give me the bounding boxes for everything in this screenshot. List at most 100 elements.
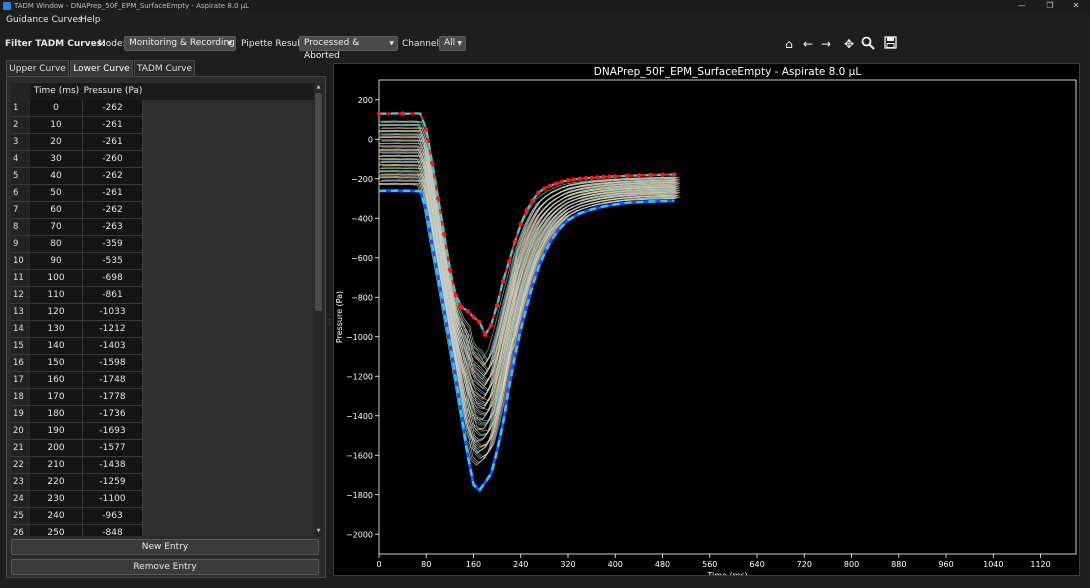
time-cell[interactable]: 200 (30, 440, 83, 457)
time-cell[interactable]: 60 (30, 202, 83, 219)
table-row[interactable]: 13 120 -1033 (11, 304, 311, 321)
pressure-cell[interactable]: -260 (83, 151, 143, 168)
pressure-cell[interactable]: -261 (83, 185, 143, 202)
time-cell[interactable]: 130 (30, 321, 83, 338)
pressure-cell[interactable]: -1212 (83, 321, 143, 338)
time-cell[interactable]: 20 (30, 134, 83, 151)
time-cell[interactable]: 180 (30, 406, 83, 423)
save-icon[interactable] (882, 36, 898, 52)
tab-lower-curve[interactable]: Lower Curve (70, 60, 133, 77)
pressure-cell[interactable]: -1100 (83, 491, 143, 508)
pressure-cell[interactable]: -1693 (83, 423, 143, 440)
table-row[interactable]: 19 180 -1736 (11, 406, 311, 423)
table-row[interactable]: 25 240 -963 (11, 508, 311, 525)
time-cell[interactable]: 110 (30, 287, 83, 304)
time-cell[interactable]: 150 (30, 355, 83, 372)
pressure-cell[interactable]: -262 (83, 100, 143, 117)
table-row[interactable]: 8 70 -263 (11, 219, 311, 236)
time-cell[interactable]: 50 (30, 185, 83, 202)
table-row[interactable]: 16 150 -1598 (11, 355, 311, 372)
pressure-cell[interactable]: -848 (83, 525, 143, 536)
time-cell[interactable]: 210 (30, 457, 83, 474)
zoom-icon[interactable] (860, 36, 876, 52)
time-cell[interactable]: 120 (30, 304, 83, 321)
pressure-cell[interactable]: -261 (83, 117, 143, 134)
maximize-button[interactable]: ❐ (1040, 0, 1060, 12)
table-row[interactable]: 24 230 -1100 (11, 491, 311, 508)
pressure-cell[interactable]: -1033 (83, 304, 143, 321)
pipette-result-select[interactable]: Processed & Aborted ▼ (299, 36, 398, 61)
time-cell[interactable]: 0 (30, 100, 83, 117)
time-cell[interactable]: 220 (30, 474, 83, 491)
table-row[interactable]: 5 40 -262 (11, 168, 311, 185)
scrollbar-thumb[interactable] (315, 93, 322, 311)
pressure-cell[interactable]: -359 (83, 236, 143, 253)
close-button[interactable]: ✕ (1066, 0, 1086, 12)
table-row[interactable]: 23 220 -1259 (11, 474, 311, 491)
table-row[interactable]: 11 100 -698 (11, 270, 311, 287)
pan-icon[interactable]: ✥ (841, 36, 857, 52)
table-row[interactable]: 17 160 -1748 (11, 372, 311, 389)
pressure-cell[interactable]: -263 (83, 219, 143, 236)
menu-guidance-curves[interactable]: Guidance Curves (6, 14, 83, 27)
table-row[interactable]: 4 30 -260 (11, 151, 311, 168)
table-row[interactable]: 14 130 -1212 (11, 321, 311, 338)
time-cell[interactable]: 190 (30, 423, 83, 440)
channel-select[interactable]: All ▼ (439, 36, 466, 51)
table-row[interactable]: 3 20 -261 (11, 134, 311, 151)
pressure-cell[interactable]: -963 (83, 508, 143, 525)
table-row[interactable]: 9 80 -359 (11, 236, 311, 253)
table-row[interactable]: 1 0 -262 (11, 100, 311, 117)
time-cell[interactable]: 100 (30, 270, 83, 287)
table-row[interactable]: 18 170 -1778 (11, 389, 311, 406)
table-row[interactable]: 7 60 -262 (11, 202, 311, 219)
time-cell[interactable]: 10 (30, 117, 83, 134)
pressure-cell[interactable]: -262 (83, 168, 143, 185)
time-cell[interactable]: 90 (30, 253, 83, 270)
new-entry-button[interactable]: New Entry (11, 539, 319, 555)
scroll-up-icon[interactable]: ▲ (314, 83, 323, 92)
pressure-cell[interactable]: -261 (83, 134, 143, 151)
back-arrow-icon[interactable]: ← (800, 36, 816, 52)
time-cell[interactable]: 80 (30, 236, 83, 253)
column-header-time[interactable]: Time (ms) (30, 83, 83, 100)
pressure-cell[interactable]: -698 (83, 270, 143, 287)
time-cell[interactable]: 70 (30, 219, 83, 236)
tab-upper-curve[interactable]: Upper Curve (6, 60, 69, 77)
pressure-cell[interactable]: -1778 (83, 389, 143, 406)
table-row[interactable]: 2 10 -261 (11, 117, 311, 134)
time-cell[interactable]: 30 (30, 151, 83, 168)
table-row[interactable]: 15 140 -1403 (11, 338, 311, 355)
pressure-cell[interactable]: -1403 (83, 338, 143, 355)
pressure-cell[interactable]: -1736 (83, 406, 143, 423)
pressure-cell[interactable]: -1438 (83, 457, 143, 474)
pressure-cell[interactable]: -262 (83, 202, 143, 219)
time-cell[interactable]: 250 (30, 525, 83, 536)
time-cell[interactable]: 170 (30, 389, 83, 406)
remove-entry-button[interactable]: Remove Entry (11, 559, 319, 575)
table-row[interactable]: 20 190 -1693 (11, 423, 311, 440)
time-cell[interactable]: 140 (30, 338, 83, 355)
pressure-cell[interactable]: -1748 (83, 372, 143, 389)
table-row[interactable]: 26 250 -848 (11, 525, 311, 536)
time-cell[interactable]: 230 (30, 491, 83, 508)
menu-help[interactable]: Help (80, 14, 101, 27)
table-scrollbar[interactable]: ▲ ▼ (314, 83, 323, 536)
mode-select[interactable]: Monitoring & Recording ▼ (124, 36, 236, 51)
pressure-cell[interactable]: -1577 (83, 440, 143, 457)
minimize-button[interactable]: — (1012, 0, 1032, 12)
time-cell[interactable]: 240 (30, 508, 83, 525)
table-row[interactable]: 22 210 -1438 (11, 457, 311, 474)
home-icon[interactable]: ⌂ (781, 36, 797, 52)
pressure-cell[interactable]: -1598 (83, 355, 143, 372)
time-cell[interactable]: 40 (30, 168, 83, 185)
column-header-pressure[interactable]: Pressure (Pa) (83, 83, 143, 100)
table-row[interactable]: 12 110 -861 (11, 287, 311, 304)
table-row[interactable]: 10 90 -535 (11, 253, 311, 270)
scroll-down-icon[interactable]: ▼ (314, 527, 323, 536)
pressure-cell[interactable]: -861 (83, 287, 143, 304)
tab-tadm-curve[interactable]: TADM Curve (134, 60, 195, 77)
forward-arrow-icon[interactable]: → (818, 36, 834, 52)
pressure-cell[interactable]: -535 (83, 253, 143, 270)
time-cell[interactable]: 160 (30, 372, 83, 389)
